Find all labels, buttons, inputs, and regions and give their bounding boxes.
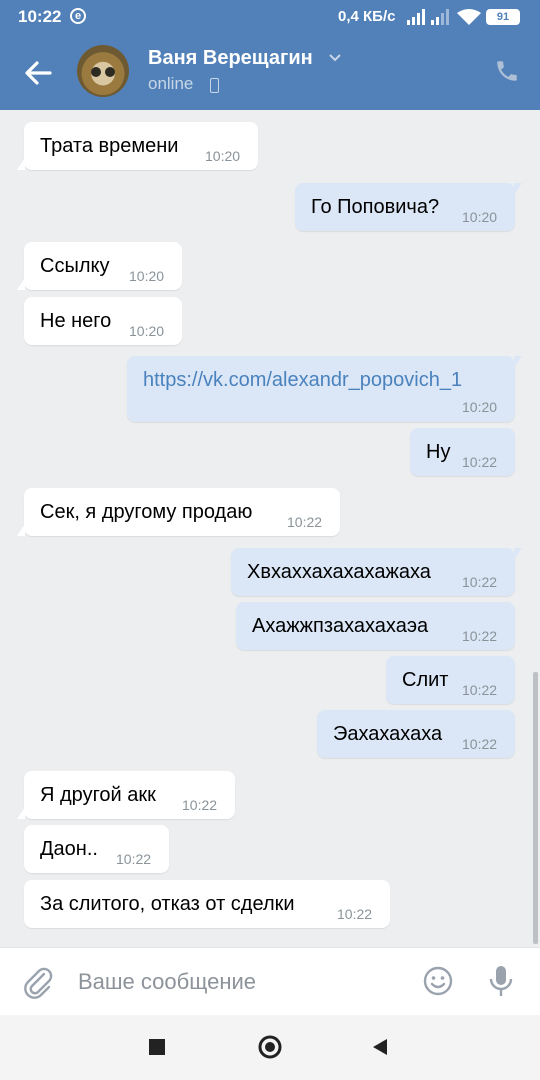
message-text: За слитого, отказ от сделки (40, 893, 295, 915)
e-indicator-icon: e (70, 8, 86, 24)
chevron-down-icon[interactable] (328, 52, 342, 64)
message-outgoing[interactable]: Го Поповича? 10:20 (295, 183, 522, 231)
phone-icon[interactable] (494, 58, 520, 84)
message-time: 10:22 (287, 514, 323, 530)
arrow-left-icon[interactable] (20, 55, 56, 91)
message-time: 10:22 (462, 628, 498, 644)
message-outgoing-link[interactable]: https://vk.com/alexandr_popovich_1 10:20 (127, 356, 522, 422)
message-outgoing[interactable]: Эахахахаха 10:22 (317, 710, 515, 758)
message-time: 10:22 (116, 851, 152, 867)
message-link[interactable]: https://vk.com/alexandr_popovich_1 (143, 369, 462, 392)
message-incoming[interactable]: За слитого, отказ от сделки 10:22 (24, 880, 390, 928)
mobile-phone-icon (210, 78, 219, 93)
nav-back-icon[interactable] (371, 1038, 389, 1056)
message-input[interactable] (78, 966, 398, 998)
status-time: 10:22 (18, 7, 62, 26)
network-speed: 0,4 КБ/с (338, 8, 396, 25)
message-time: 10:20 (462, 209, 498, 225)
message-outgoing[interactable]: Ну 10:22 (410, 428, 515, 476)
message-incoming[interactable]: Не него 10:20 (24, 297, 182, 345)
microphone-icon[interactable] (486, 964, 516, 998)
message-text: Ну (426, 441, 451, 463)
message-text: Ахажжпзахахахаэа (252, 615, 429, 637)
message-text: Эахахахаха (333, 723, 443, 745)
message-text: Ссылку (40, 255, 110, 277)
scrollbar[interactable] (533, 672, 538, 944)
smile-icon[interactable] (422, 965, 454, 997)
avatar-eye (91, 67, 101, 77)
home-icon[interactable] (258, 1035, 282, 1059)
avatar-eye (105, 67, 115, 77)
message-text: Го Поповича? (311, 196, 440, 218)
message-text: Я другой акк (40, 784, 156, 806)
chat-header: Ваня Верещагин online (0, 34, 540, 110)
message-time: 10:22 (462, 736, 498, 752)
status-bar: 10:22 e 0,4 КБ/с 91 (0, 0, 540, 34)
message-outgoing[interactable]: Слит 10:22 (386, 656, 515, 704)
presence-status: online (148, 74, 194, 93)
message-time: 10:20 (462, 399, 498, 415)
message-time: 10:20 (205, 148, 241, 164)
wifi-icon (457, 9, 481, 25)
message-outgoing[interactable]: Хвхаххахахахажаха 10:22 (231, 548, 522, 596)
message-time: 10:22 (462, 454, 498, 470)
recents-icon[interactable] (149, 1039, 165, 1055)
battery-icon: 91 (486, 9, 520, 25)
message-incoming[interactable]: Сек, я другому продаю 10:22 (17, 488, 340, 536)
avatar[interactable] (77, 45, 129, 97)
message-incoming[interactable]: Я другой акк 10:22 (17, 771, 235, 819)
message-text: Хвхаххахахахажаха (247, 561, 431, 583)
message-incoming[interactable]: Трата времени 10:20 (17, 122, 258, 170)
message-time: 10:22 (337, 906, 373, 922)
message-time: 10:22 (462, 682, 498, 698)
signal-secondary-icon (431, 9, 449, 25)
message-time: 10:22 (462, 574, 498, 590)
message-outgoing[interactable]: Ахажжпзахахахаэа 10:22 (236, 602, 515, 650)
message-text: Даон.. (40, 838, 98, 860)
signal-icon (407, 9, 425, 25)
message-incoming[interactable]: Ссылку 10:20 (17, 242, 182, 290)
message-text: Сек, я другому продаю (40, 501, 253, 523)
system-navbar (0, 1015, 540, 1080)
message-composer (0, 947, 540, 1016)
paperclip-icon[interactable] (22, 965, 54, 999)
message-time: 10:20 (129, 268, 165, 284)
message-incoming[interactable]: Даон.. 10:22 (24, 825, 169, 873)
message-text: Трата времени (40, 135, 179, 157)
message-time: 10:20 (129, 323, 165, 339)
message-text: Слит (402, 669, 449, 691)
message-text: Не него (40, 310, 112, 332)
message-time: 10:22 (182, 797, 218, 813)
contact-name[interactable]: Ваня Верещагин (148, 47, 313, 70)
